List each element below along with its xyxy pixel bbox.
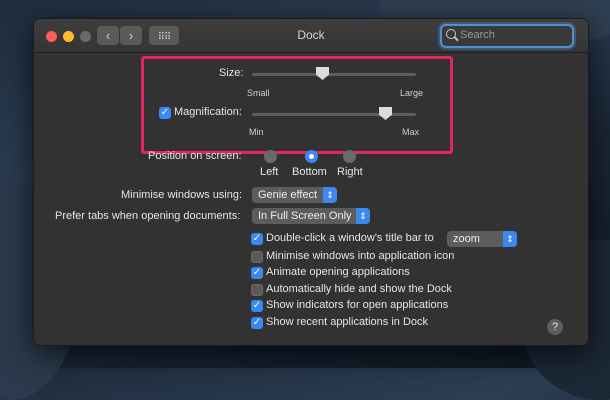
- animate-opening-checkbox[interactable]: ✓: [251, 267, 263, 279]
- minimise-effect-value: Genie effect: [258, 189, 318, 201]
- magnification-min-label: Min: [249, 127, 264, 137]
- show-recent-label: Show recent applications in Dock: [266, 316, 429, 328]
- size-label: Size:: [219, 67, 244, 79]
- magnification-max-label: Max: [402, 127, 420, 137]
- size-min-label: Small: [247, 88, 270, 98]
- chevron-updown-icon: ⇕: [356, 208, 370, 224]
- magnification-label: Magnification:: [174, 106, 242, 118]
- position-right-radio[interactable]: [343, 150, 356, 163]
- position-left-label: Left: [260, 166, 279, 178]
- show-indicators-label: Show indicators for open applications: [266, 299, 449, 311]
- position-bottom-label: Bottom: [292, 166, 327, 178]
- animate-opening-label: Animate opening applications: [266, 266, 410, 278]
- tabs-value: In Full Screen Only: [258, 210, 352, 222]
- auto-hide-label: Automatically hide and show the Dock: [266, 283, 452, 295]
- position-bottom-radio[interactable]: [305, 150, 318, 163]
- double-click-action-popup[interactable]: zoom ⇕: [447, 231, 517, 247]
- double-click-checkbox[interactable]: ✓: [251, 233, 263, 245]
- magnification-checkbox[interactable]: ✓: [159, 107, 171, 119]
- help-icon: ?: [551, 321, 559, 333]
- double-click-action-value: zoom: [453, 233, 480, 245]
- chevron-updown-icon: ⇕: [503, 231, 517, 247]
- show-recent-checkbox[interactable]: ✓: [251, 317, 263, 329]
- minimise-into-icon-checkbox[interactable]: [251, 251, 263, 263]
- size-slider-track[interactable]: [252, 73, 416, 76]
- minimise-effect-popup[interactable]: Genie effect ⇕: [252, 187, 337, 203]
- highlight-box: [141, 56, 453, 154]
- position-left-radio[interactable]: [264, 150, 277, 163]
- title-bar: ‹ › ⠿⠿ Dock Search: [34, 19, 588, 53]
- position-right-label: Right: [337, 166, 363, 178]
- minimise-label: Minimise windows using:: [121, 189, 243, 201]
- double-click-label: Double-click a window's title bar to: [266, 232, 434, 244]
- search-placeholder: Search: [460, 29, 495, 41]
- minimise-into-icon-label: Minimise windows into application icon: [266, 250, 455, 262]
- chevron-updown-icon: ⇕: [323, 187, 337, 203]
- position-label: Position on screen:: [148, 150, 242, 162]
- show-indicators-checkbox[interactable]: ✓: [251, 300, 263, 312]
- search-icon: [446, 29, 456, 39]
- dock-preferences-window: ‹ › ⠿⠿ Dock Search Size: Small Large ✓ M…: [33, 18, 589, 346]
- auto-hide-checkbox[interactable]: [251, 284, 263, 296]
- search-input[interactable]: Search: [440, 24, 574, 48]
- help-button[interactable]: ?: [547, 319, 563, 335]
- tabs-label: Prefer tabs when opening documents:: [55, 210, 241, 222]
- tabs-popup[interactable]: In Full Screen Only ⇕: [252, 208, 370, 224]
- size-max-label: Large: [400, 88, 424, 98]
